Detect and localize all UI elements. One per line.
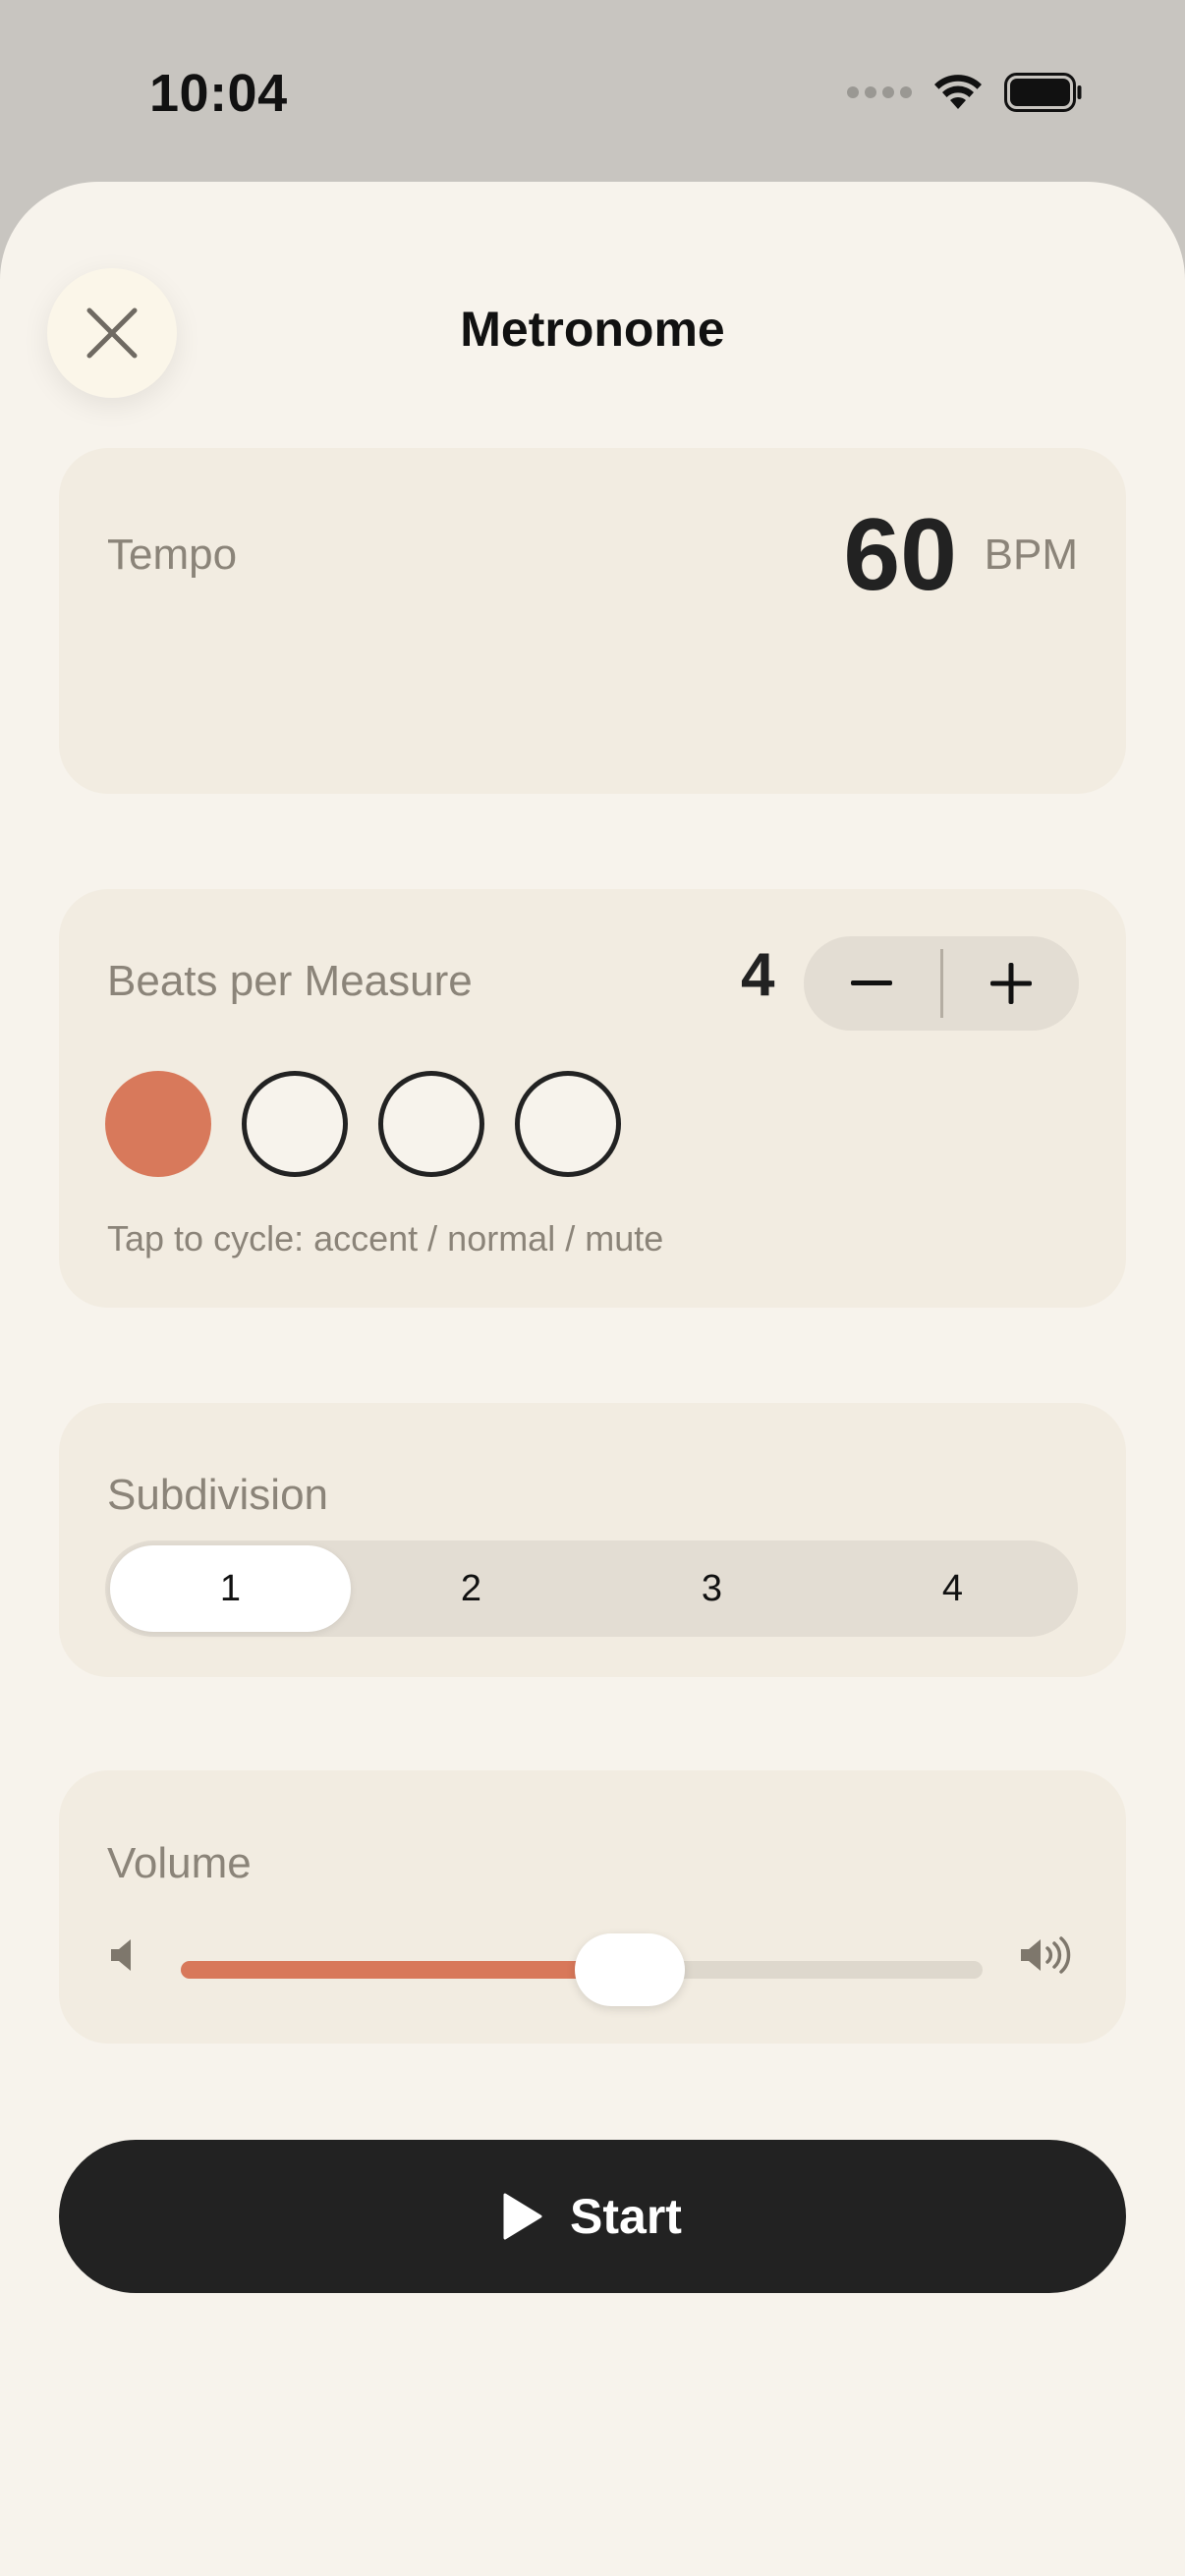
increment-button[interactable] (943, 936, 1080, 1031)
play-icon (503, 2193, 542, 2240)
beat-indicators (105, 1071, 621, 1177)
metronome-screen: 10:04 Metronome Tempo 60 BPM Beats per M… (0, 0, 1185, 2576)
tempo-value: 60 (843, 498, 957, 612)
tempo-unit: BPM (984, 531, 1078, 579)
status-bar: 10:04 (0, 0, 1185, 182)
wifi-icon (934, 75, 982, 109)
subdivision-option-4[interactable]: 4 (832, 1545, 1073, 1632)
cellular-signal-icon (847, 86, 912, 98)
volume-slider[interactable] (181, 1933, 983, 2006)
tempo-card: Tempo 60 BPM (59, 448, 1126, 1004)
beats-label: Beats per Measure (107, 957, 473, 1005)
status-icons (847, 73, 1083, 112)
battery-icon (1004, 73, 1082, 112)
metronome-sheet: Metronome Tempo 60 BPM Beats per Measure… (0, 182, 1185, 2576)
volume-slider-fill (181, 1961, 630, 1979)
tempo-label: Tempo (107, 531, 238, 579)
minus-icon (851, 980, 893, 985)
volume-card: Volume (59, 1770, 1126, 2044)
subdivision-card: Subdivision 1234 (59, 1403, 1126, 1677)
speaker-high-icon (1021, 1936, 1071, 1974)
volume-label: Volume (107, 1839, 252, 1887)
status-time: 10:04 (149, 64, 288, 123)
beats-card: Beats per Measure 4 Tap to cycle: accent… (59, 889, 1126, 1308)
start-label: Start (570, 2189, 682, 2244)
decrement-button[interactable] (804, 936, 940, 1031)
subdivision-label: Subdivision (107, 1471, 329, 1519)
speaker-low-icon (111, 1939, 131, 1971)
subdivision-option-1[interactable]: 1 (110, 1545, 351, 1632)
volume-slider-thumb[interactable] (574, 1933, 685, 2006)
subdivision-segmented-control: 1234 (105, 1540, 1078, 1637)
beat-indicator-3[interactable] (378, 1071, 484, 1177)
beats-stepper (804, 936, 1079, 1031)
page-title: Metronome (460, 302, 725, 357)
beat-indicator-4[interactable] (515, 1071, 621, 1177)
beats-hint: Tap to cycle: accent / normal / mute (107, 1218, 664, 1259)
subdivision-option-3[interactable]: 3 (592, 1545, 832, 1632)
subdivision-option-2[interactable]: 2 (351, 1545, 592, 1632)
start-button[interactable]: Start (59, 2140, 1126, 2293)
beats-count: 4 (741, 941, 775, 1009)
beat-indicator-2[interactable] (242, 1071, 348, 1177)
plus-icon (989, 963, 1032, 1004)
beat-indicator-1[interactable] (105, 1071, 211, 1177)
